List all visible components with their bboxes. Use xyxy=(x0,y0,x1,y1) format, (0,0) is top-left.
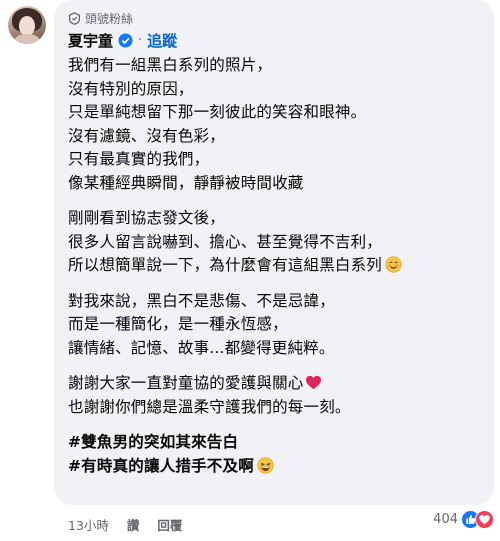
hashtag-link[interactable]: #有時真的讓人措手不及啊 xyxy=(68,457,254,475)
text-line: 而是一種簡化，是一種永恆感， xyxy=(68,315,288,333)
red-heart-emoji xyxy=(305,374,322,390)
paragraph-1: 我們有一組黑白系列的照片， 沒有特別的原因， 只是單純想留下那一刻彼此的笑容和眼… xyxy=(68,54,488,195)
comment-body: 我們有一組黑白系列的照片， 沒有特別的原因， 只是單純想留下那一刻彼此的笑容和眼… xyxy=(68,54,488,478)
text-line: 像某種經典瞬間，靜靜被時間收藏 xyxy=(68,173,304,192)
love-reaction-icon xyxy=(475,510,494,529)
paragraph-3: 對我來說，黑白不是悲傷、不是忌諱， 而是一種簡化，是一種永恆感， 讓情緒、記憶、… xyxy=(68,290,488,361)
text-line: 沒有特別的原因， xyxy=(68,79,194,98)
like-button[interactable]: 讚 xyxy=(127,515,140,534)
hashtag-link[interactable]: #雙魚男的突如其來告白 xyxy=(68,431,488,455)
comment-actions: 13小時 讚 回覆 xyxy=(68,515,182,534)
reaction-icons xyxy=(461,510,494,529)
text-line-with-emoji: 所以想簡單說一下，為什麼會有這組黑白系列 xyxy=(68,254,488,278)
text-line-with-emoji: #有時真的讓人措手不及啊 xyxy=(68,455,488,479)
paragraph-2: 剛剛看到協志發文後， 很多人留言說嚇到、擔心、甚至覺得不吉利， 所以想簡單說一下… xyxy=(68,207,488,278)
smiling-face-emoji xyxy=(385,256,402,273)
separator-dot: · xyxy=(138,33,143,48)
top-fan-badge: 頭號粉絲 xyxy=(68,10,133,27)
text-line: 只是單純想留下那一刻彼此的笑容和眼神。 xyxy=(68,103,367,121)
text-line: 我們有一組黑白系列的照片， xyxy=(68,56,273,74)
paragraph-4: 謝謝大家一直對童協的愛護與關心 也謝謝你們總是溫柔守護我們的每一刻。 xyxy=(68,372,488,419)
text-line: 也謝謝你們總是溫柔守護我們的每一刻。 xyxy=(68,397,351,416)
grinning-sweat-emoji xyxy=(257,456,274,474)
text-line: 對我來說，黑白不是悲傷、不是忌諱， xyxy=(68,291,335,310)
follow-button[interactable]: 追蹤 xyxy=(147,30,177,51)
fan-badge-icon xyxy=(68,12,81,25)
text-line: 讓情緒、記憶、故事...都變得更純粹。 xyxy=(68,338,335,357)
text-line-with-emoji: 謝謝大家一直對童協的愛護與關心 xyxy=(68,372,488,396)
timestamp[interactable]: 13小時 xyxy=(68,515,109,534)
text-line: 只有最真實的我們， xyxy=(68,150,210,168)
text-line: 所以想簡單說一下，為什麼會有這組黑白系列 xyxy=(68,256,383,274)
paragraph-5: #雙魚男的突如其來告白 #有時真的讓人措手不及啊 xyxy=(68,431,488,478)
avatar[interactable] xyxy=(8,6,46,44)
comment-thread: 頭號粉絲 夏宇童 · 追蹤 我們有一組黑白系列的照片， 沒有特別的原因， 只是單… xyxy=(0,0,500,541)
author-name[interactable]: 夏宇童 xyxy=(68,30,113,51)
text-line: 剛剛看到協志發文後， xyxy=(68,209,226,227)
reaction-summary[interactable]: 404 xyxy=(433,510,494,529)
reaction-count: 404 xyxy=(433,512,458,527)
text-line: 沒有濾鏡、沒有色彩， xyxy=(68,126,226,145)
badge-label: 頭號粉絲 xyxy=(85,12,134,26)
text-line: 很多人留言說嚇到、擔心、甚至覺得不吉利， xyxy=(68,232,383,251)
author-line: 夏宇童 · 追蹤 xyxy=(68,30,177,51)
verified-check-icon xyxy=(118,33,133,48)
text-line: 謝謝大家一直對童協的愛護與關心 xyxy=(68,374,304,392)
reply-button[interactable]: 回覆 xyxy=(157,515,182,534)
